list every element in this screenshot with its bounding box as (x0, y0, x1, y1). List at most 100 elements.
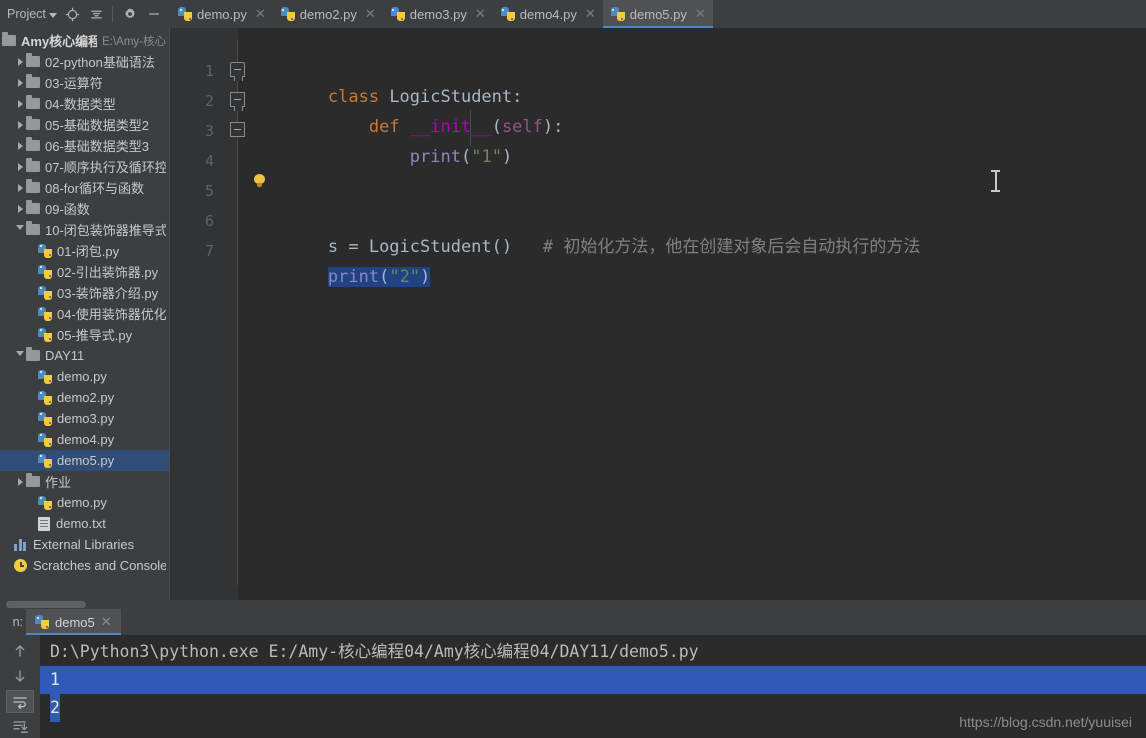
tree-item-label: 04-数据类型 (45, 97, 116, 112)
close-icon[interactable]: ✕ (255, 6, 266, 22)
hide-panel-icon[interactable] (143, 3, 165, 25)
tree-item-label: Scratches and Consoles (33, 558, 166, 573)
tree-item-demo4.py[interactable]: demo4.py (0, 429, 170, 450)
tree-item-10-闭包装饰器推导式[interactable]: 10-闭包装饰器推导式 (0, 219, 170, 240)
soft-wrap-icon[interactable] (6, 690, 34, 713)
python-file-icon (38, 306, 52, 321)
tree-item-ExternalLibraries[interactable]: External Libraries (0, 534, 170, 555)
editor-tab-demo2[interactable]: demo2.py ✕ (272, 0, 383, 28)
editor-tab-demo3[interactable]: demo3.py ✕ (382, 0, 493, 28)
tree-item-label: External Libraries (33, 537, 135, 552)
scroll-down-icon[interactable] (6, 665, 34, 687)
editor-tab-label: demo5.py (629, 6, 687, 22)
chevron-right-icon[interactable] (14, 114, 26, 135)
tree-item-02-引出装饰器.py[interactable]: 02-引出装饰器.py (0, 261, 170, 282)
tree-item-label: 07-顺序执行及循环控制 (45, 160, 166, 175)
tree-item-02-python基础语法[interactable]: 02-python基础语法 (0, 51, 170, 72)
tree-item-demo.txt[interactable]: demo.txt (0, 513, 170, 534)
code-editor[interactable]: 1 2 3 4 5 6 7 class LogicStudent: def __… (170, 28, 1146, 600)
tree-item-DAY11[interactable]: DAY11 (0, 345, 170, 366)
tree-item-01-闭包.py[interactable]: 01-闭包.py (0, 240, 170, 261)
tree-item-09-函数[interactable]: 09-函数 (0, 198, 170, 219)
editor-gutter[interactable]: 1 2 3 4 5 6 7 (170, 28, 238, 600)
collapse-all-icon[interactable] (86, 3, 108, 25)
tree-item-07-顺序执行及循环控制[interactable]: 07-顺序执行及循环控制 (0, 156, 170, 177)
locate-target-icon[interactable] (62, 3, 84, 25)
editor-tab-label: demo.py (197, 6, 247, 22)
scrollbar-thumb[interactable] (6, 601, 86, 608)
python-file-icon (38, 411, 52, 426)
close-icon[interactable]: ✕ (101, 614, 112, 630)
close-icon[interactable]: ✕ (365, 6, 376, 22)
settings-gear-icon[interactable] (119, 3, 141, 25)
tree-item-06-基础数据类型3[interactable]: 06-基础数据类型3 (0, 135, 170, 156)
console-output-line-1: 1 (40, 666, 1146, 694)
tree-item-demo.py[interactable]: demo.py (0, 366, 170, 387)
tree-item-demo.py[interactable]: demo.py (0, 492, 170, 513)
chevron-down-icon[interactable] (14, 219, 26, 240)
run-tab-demo5[interactable]: demo5 ✕ (26, 609, 121, 635)
tree-item-label: demo5.py (57, 453, 115, 468)
tree-item-05-基础数据类型2[interactable]: 05-基础数据类型2 (0, 114, 170, 135)
tree-item-demo2.py[interactable]: demo2.py (0, 387, 170, 408)
editor-tab-label: demo3.py (409, 6, 467, 22)
close-icon[interactable]: ✕ (475, 6, 486, 22)
code-content[interactable]: class LogicStudent: def __init__(self): … (238, 28, 1146, 600)
tree-item-03-运算符[interactable]: 03-运算符 (0, 72, 170, 93)
editor-tab-demo5[interactable]: demo5.py ✕ (602, 0, 713, 28)
chevron-right-icon[interactable] (14, 198, 26, 219)
chevron-right-icon[interactable] (14, 156, 26, 177)
tree-item-05-推导式.py[interactable]: 05-推导式.py (0, 324, 170, 345)
chevron-right-icon[interactable] (14, 135, 26, 156)
chevron-right-icon[interactable] (14, 51, 26, 72)
close-icon[interactable]: ✕ (695, 6, 706, 22)
project-root-label: Amy核心编程04 (21, 34, 98, 49)
tree-item-label: demo.txt (56, 516, 106, 531)
folder-icon (26, 179, 40, 193)
intention-bulb-icon[interactable] (253, 174, 266, 189)
python-file-icon (38, 495, 52, 510)
sidebar-horizontal-scrollbar[interactable] (0, 600, 170, 609)
tree-item-ScratchesandConsoles[interactable]: Scratches and Consoles (0, 555, 170, 576)
editor-tab-demo[interactable]: demo.py ✕ (170, 0, 273, 28)
tree-item-demo3.py[interactable]: demo3.py (0, 408, 170, 429)
tree-item-04-数据类型[interactable]: 04-数据类型 (0, 93, 170, 114)
toolbar-divider (111, 6, 113, 22)
python-file-icon (38, 453, 52, 468)
run-tool-window: n: demo5 ✕ D:\Python3\python.exe E:/Amy-… (0, 609, 1146, 738)
project-view-selector[interactable]: Project (4, 5, 60, 23)
chevron-right-icon[interactable] (14, 177, 26, 198)
scroll-to-end-icon[interactable] (6, 716, 34, 738)
tree-item-label: demo2.py (57, 390, 115, 405)
tree-item-label: 04-使用装饰器优化.py (57, 307, 166, 322)
python-file-icon (35, 615, 49, 629)
chevron-right-icon[interactable] (14, 93, 26, 114)
close-icon[interactable]: ✕ (585, 6, 596, 22)
tree-row-root[interactable]: Amy核心编程04 E:\Amy-核心 (0, 30, 170, 51)
pycharm-window: Project demo.py ✕ demo2.py ✕ demo3.py ✕ … (0, 0, 1146, 738)
tree-item-label: 10-闭包装饰器推导式 (45, 223, 166, 238)
tree-item-03-装饰器介绍.py[interactable]: 03-装饰器介绍.py (0, 282, 170, 303)
scroll-up-icon[interactable] (6, 640, 34, 662)
console-toolbar (0, 635, 40, 738)
tree-item-label: 08-for循环与函数 (45, 181, 144, 196)
tree-item-demo5.py[interactable]: demo5.py (0, 450, 170, 471)
line-number: 7 (204, 242, 214, 260)
chevron-down-icon[interactable] (14, 345, 26, 366)
tree-item-04-使用装饰器优化.py[interactable]: 04-使用装饰器优化.py (0, 303, 170, 324)
tree-item-作业[interactable]: 作业 (0, 471, 170, 492)
tree-item-label: 09-函数 (45, 202, 90, 217)
code-line-3: print("1") (238, 112, 1146, 167)
tree-item-08-for循环与函数[interactable]: 08-for循环与函数 (0, 177, 170, 198)
chevron-right-icon[interactable] (14, 72, 26, 93)
project-tree-panel[interactable]: Amy核心编程04 E:\Amy-核心 02-python基础语法 03-运算符 0… (0, 28, 170, 600)
editor-tab-demo4[interactable]: demo4.py ✕ (492, 0, 603, 28)
chevron-right-icon[interactable] (14, 471, 26, 492)
